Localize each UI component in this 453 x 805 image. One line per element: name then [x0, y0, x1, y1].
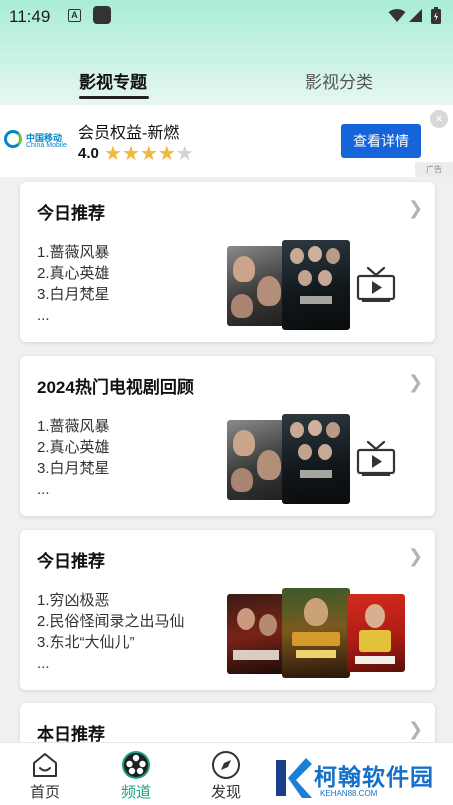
list-item: 3.白月梵星 — [37, 460, 110, 477]
poster-image — [347, 594, 405, 672]
list-item: 3.东北“大仙儿” — [37, 634, 135, 651]
film-reel-icon — [122, 751, 150, 779]
card-list: 1.蔷薇风暴 2.真心英雄 3.白月梵星 ... — [37, 242, 110, 326]
list-item: 1.蔷薇风暴 — [37, 418, 110, 435]
card-list: 1.穷凶极恶 2.民俗怪闻录之出马仙 3.东北“大仙儿” ... — [37, 590, 185, 674]
china-mobile-logo: 中国移动 China Mobile — [4, 127, 74, 163]
watermark-k-icon — [276, 758, 312, 798]
home-icon — [33, 753, 57, 777]
list-item: 2.民俗怪闻录之出马仙 — [37, 613, 185, 630]
star-empty-icon: ★ — [175, 143, 194, 165]
tab-video-topics[interactable]: 影视专题 — [79, 68, 147, 93]
poster-stack[interactable] — [227, 240, 355, 330]
ad-banner[interactable]: 中国移动 China Mobile 会员权益-新燃 4.0 ★★★★★ 查看详情… — [0, 105, 453, 177]
card-title: 2024热门电视剧回顾 — [37, 378, 194, 397]
list-item: 1.蔷薇风暴 — [37, 244, 110, 261]
active-tab-indicator — [79, 96, 149, 99]
nav-item-home[interactable]: 首页 — [5, 743, 85, 805]
tv-icon[interactable] — [356, 266, 396, 302]
china-mobile-mark-icon — [4, 130, 22, 148]
ad-title: 会员权益-新燃 — [78, 125, 180, 142]
battery-icon — [431, 7, 441, 24]
nav-label-discover: 发现 — [210, 784, 241, 801]
poster-stack[interactable] — [227, 588, 407, 678]
topic-card[interactable]: 2024热门电视剧回顾 ❯ 1.蔷薇风暴 2.真心英雄 3.白月梵星 ... — [20, 356, 435, 516]
status-time: 11:49 — [9, 7, 51, 26]
card-list: 1.蔷薇风暴 2.真心英雄 3.白月梵星 ... — [37, 416, 110, 500]
ad-tag: 广告 — [415, 162, 453, 177]
poster-image — [282, 588, 350, 678]
ad-rating-stars: ★★★★★ — [104, 141, 194, 166]
chevron-right-icon[interactable]: ❯ — [408, 372, 423, 393]
chevron-right-icon[interactable]: ❯ — [408, 719, 423, 740]
poster-image — [227, 594, 287, 674]
notification-square-icon — [93, 6, 111, 24]
list-item: 1.穷凶极恶 — [37, 592, 110, 609]
ad-close-button[interactable]: × — [430, 110, 448, 128]
ad-brand-en: China Mobile — [26, 142, 67, 149]
nav-item-discover[interactable]: 发现 — [186, 743, 266, 805]
poster-image — [227, 246, 287, 326]
card-title: 今日推荐 — [37, 204, 105, 223]
topic-card[interactable]: 今日推荐 ❯ 1.穷凶极恶 2.民俗怪闻录之出马仙 3.东北“大仙儿” ... — [20, 530, 435, 690]
star-icon: ★ — [139, 143, 158, 165]
tab-video-categories[interactable]: 影视分类 — [305, 68, 373, 93]
wifi-icon — [388, 9, 406, 22]
list-item: 2.真心英雄 — [37, 265, 110, 282]
nav-label-channel: 频道 — [120, 784, 151, 801]
poster-image — [282, 240, 350, 330]
signal-icon — [409, 9, 422, 22]
list-item: ... — [37, 307, 50, 324]
watermark-logo: 柯翰软件园 KEHAN88.COM — [272, 752, 453, 804]
list-item: 2.真心英雄 — [37, 439, 110, 456]
tv-icon[interactable] — [356, 440, 396, 476]
poster-image — [282, 414, 350, 504]
poster-stack[interactable] — [227, 414, 355, 504]
header: 11:49 A 影视专题 影视分类 — [0, 0, 453, 105]
compass-icon — [212, 751, 240, 779]
watermark-name: 柯翰软件园 — [314, 764, 434, 790]
ad-rating: 4.0 — [78, 145, 99, 162]
top-tabs: 影视专题 影视分类 — [0, 62, 453, 102]
list-item: 3.白月梵星 — [37, 286, 110, 303]
nav-label-home: 首页 — [29, 784, 60, 801]
notification-a-icon: A — [68, 9, 81, 22]
card-title: 今日推荐 — [37, 552, 105, 571]
list-item: ... — [37, 655, 50, 672]
list-item: ... — [37, 481, 50, 498]
star-icon: ★ — [121, 143, 140, 165]
nav-item-channel[interactable]: 频道 — [96, 743, 176, 805]
star-icon: ★ — [157, 143, 176, 165]
chevron-right-icon[interactable]: ❯ — [408, 546, 423, 567]
poster-image — [227, 420, 287, 500]
star-icon: ★ — [104, 143, 122, 165]
status-bar: 11:49 A — [0, 0, 453, 32]
ad-view-details-button[interactable]: 查看详情 — [341, 124, 421, 158]
watermark-url: KEHAN88.COM — [320, 789, 378, 798]
topic-card[interactable]: 今日推荐 ❯ 1.蔷薇风暴 2.真心英雄 3.白月梵星 ... — [20, 182, 435, 342]
chevron-right-icon[interactable]: ❯ — [408, 198, 423, 219]
